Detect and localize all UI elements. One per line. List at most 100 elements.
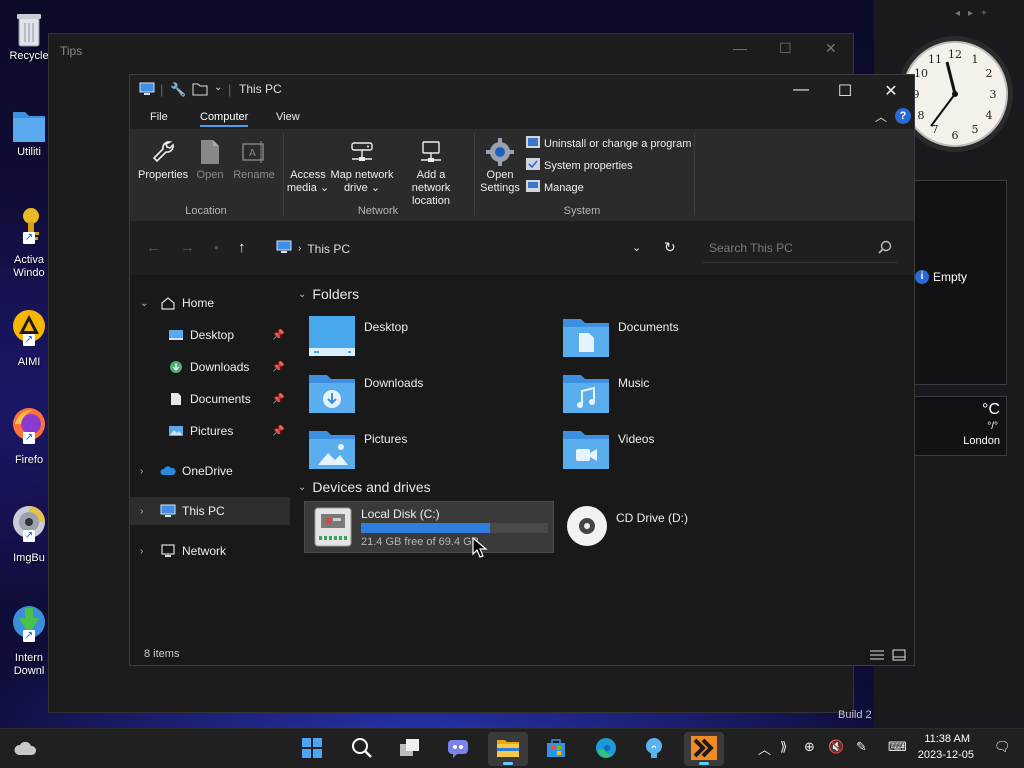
manage-button[interactable]: Manage [526,180,584,195]
info-icon: i [915,270,929,284]
pin-icon[interactable]: 📌 [272,362,284,373]
minimize-button[interactable]: — [786,81,816,99]
properties-quick-icon[interactable]: 🔧 [170,82,186,98]
drive-d[interactable]: CD Drive (D:) [560,505,800,551]
nav-item-pictures[interactable]: Pictures 📌 [130,417,290,445]
map-network-drive-button[interactable]: Map network drive ⌄ [330,137,394,195]
nav-item-desktop[interactable]: Desktop 📌 [130,321,290,349]
nav-item-downloads[interactable]: Downloads 📌 [130,353,290,381]
drive-usage-fill [361,523,491,533]
nav-item-this-pc[interactable]: › This PC [130,497,290,525]
pen-icon[interactable]: ✎ [856,739,867,755]
back-button[interactable]: ← [146,239,161,256]
details-view-icon[interactable] [870,649,884,664]
properties-button[interactable]: Properties [138,137,188,182]
globe-icon[interactable]: ⊕ [804,739,815,755]
folder-videos[interactable]: Videos [562,427,802,477]
nav-item-onedrive[interactable]: › OneDrive [130,457,290,485]
folder-documents[interactable]: Documents [562,315,802,365]
chevron-down-icon[interactable]: ⌄ [298,482,306,493]
close-button[interactable]: ✕ [825,40,837,57]
search-input[interactable] [702,233,872,263]
winaero-app-button[interactable] [684,732,724,766]
rename-button[interactable]: A Rename [232,137,276,182]
chevron-right-icon[interactable]: › [140,466,143,477]
drive-name: CD Drive (D:) [616,511,688,525]
large-icons-view-icon[interactable] [892,649,906,664]
folder-name: Desktop [364,320,409,334]
drive-c[interactable]: Local Disk (C:) 21.4 GB free of 69.4 GB [304,501,554,553]
volume-muted-icon[interactable]: 🔇 [828,739,844,755]
show-hidden-icons-chevron-icon[interactable]: ︿ [758,739,771,758]
edge-browser-button[interactable] [586,732,626,766]
computer-icon [160,504,176,518]
open-settings-button[interactable]: Open Settings [478,137,522,195]
chevron-right-icon[interactable]: › [140,546,143,557]
add-network-location-button[interactable]: Add a network location [396,137,466,208]
tips-app-button[interactable] [634,732,674,766]
nav-item-home[interactable]: ⌄ Home [130,289,290,317]
tab-computer[interactable]: Computer [200,111,249,127]
pin-icon[interactable]: 📌 [272,394,284,405]
folders-section-header[interactable]: ⌄ Folders [298,286,359,302]
task-view-button[interactable] [390,732,430,766]
help-icon[interactable]: ? [895,108,911,124]
folder-music[interactable]: Music [562,371,802,421]
weather-widget-button[interactable] [6,732,46,766]
search-button[interactable] [342,732,382,766]
gadget-nav-arrows[interactable]: ◂▸+ [955,8,995,19]
forward-button[interactable]: → [180,239,195,256]
microsoft-store-button[interactable] [536,732,576,766]
customize-quick-access-icon[interactable]: ⌄ [214,82,222,93]
chevron-right-icon[interactable]: › [140,506,143,517]
recent-locations-button[interactable]: ● [214,243,219,252]
tab-view[interactable]: View [276,111,300,123]
open-button[interactable]: Open [192,137,228,182]
breadcrumb-this-pc[interactable]: This PC [307,242,350,256]
pin-icon[interactable]: 📌 [272,330,284,341]
up-button[interactable]: ↑ [238,239,246,256]
pin-icon[interactable]: 📌 [272,426,284,437]
chevron-down-icon[interactable]: ⌄ [298,289,306,300]
music-folder-icon [562,371,610,415]
folder-downloads[interactable]: Downloads [308,371,548,421]
folder-desktop[interactable]: Desktop [308,315,548,365]
uninstall-program-button[interactable]: Uninstall or change a program [526,136,691,151]
breadcrumb[interactable]: › This PC [276,240,350,257]
weather-gadget: °C °/° London [912,396,1007,456]
start-button[interactable] [292,732,332,766]
close-button[interactable]: ✕ [876,81,906,101]
system-properties-button[interactable]: System properties [526,158,633,173]
ribbon-separator [474,133,475,215]
shortcut-arrow-icon: ↗ [23,630,35,642]
weather-city: London [963,435,1000,447]
maximize-button[interactable]: ☐ [779,40,792,57]
access-media-label-2: media ⌄ [286,182,330,194]
keyboard-icon[interactable]: ⌨ [888,739,907,755]
notification-center-icon[interactable]: 🗨 [994,739,1011,755]
folder-pictures[interactable]: Pictures [308,427,548,477]
refresh-icon[interactable]: ↻ [664,239,676,256]
access-media-spacer [286,137,330,167]
tab-file[interactable]: File [150,111,168,123]
address-dropdown-chevron-icon[interactable]: ⌄ [632,241,641,254]
taskbar-date[interactable]: 2023-12-05 [912,749,974,761]
chevron-down-icon[interactable]: ⌄ [140,298,148,309]
devices-section-header[interactable]: ⌄ Devices and drives [298,479,431,495]
access-media-button[interactable]: Access media ⌄ [286,137,330,195]
new-folder-quick-icon[interactable] [192,82,208,99]
collapse-ribbon-icon[interactable]: ︿ [875,108,887,125]
rename-label: Rename [233,169,275,181]
svg-text:A: A [249,148,256,159]
search-icon[interactable] [878,240,892,257]
maximize-button[interactable]: ☐ [830,81,860,101]
minimize-button[interactable]: — [733,40,747,56]
winaero-tray-icon[interactable]: ⟫ [780,739,787,755]
task-view-icon [399,738,421,761]
nav-item-network[interactable]: › Network [130,537,290,565]
nav-label: Network [182,544,227,558]
nav-item-documents[interactable]: Documents 📌 [130,385,290,413]
teams-chat-button[interactable] [438,732,478,766]
taskbar-time[interactable]: 11:38 AM [924,733,970,745]
file-explorer-button[interactable] [488,732,528,766]
